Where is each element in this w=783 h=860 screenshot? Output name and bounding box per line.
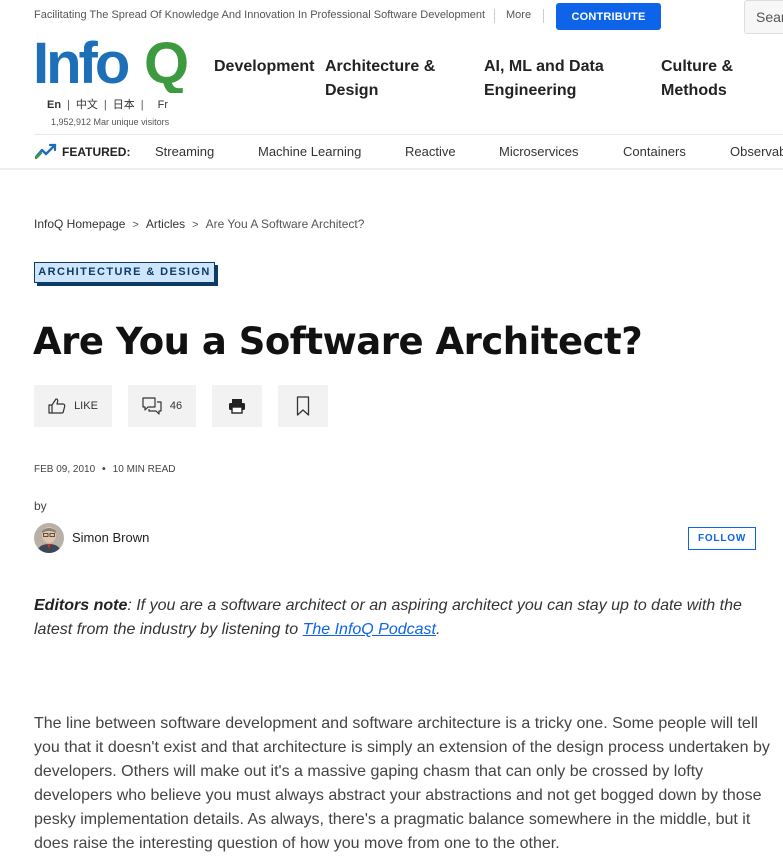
- editors-note-label: Editors note: [34, 597, 128, 614]
- article-title: Are You a Software Architect?: [33, 320, 643, 363]
- article-meta: FEB 09, 2010 • 10 MIN READ: [34, 464, 176, 475]
- breadcrumb-home[interactable]: InfoQ Homepage: [34, 217, 125, 231]
- author-avatar[interactable]: [34, 523, 64, 553]
- infoq-logo[interactable]: Info Q: [33, 33, 203, 93]
- breadcrumb-separator: >: [192, 219, 199, 231]
- lang-zh[interactable]: 中文: [70, 96, 104, 112]
- by-label: by: [34, 499, 47, 513]
- editors-note: Editors note: If you are a software arch…: [34, 594, 764, 642]
- lang-ja[interactable]: 日本: [107, 96, 141, 112]
- read-time: 10 MIN READ: [112, 464, 176, 475]
- nav-label: Engineering: [484, 82, 577, 99]
- language-selector: En | 中文 | 日本 | Fr: [47, 96, 174, 112]
- featured-item[interactable]: Streaming: [155, 144, 214, 159]
- like-button[interactable]: LIKE: [34, 385, 112, 427]
- logo-text-q: Q: [144, 33, 189, 93]
- print-button[interactable]: [212, 385, 262, 427]
- nav-development[interactable]: Development: [214, 55, 314, 79]
- nav-label: Culture &: [661, 58, 733, 75]
- featured-item[interactable]: Observability: [730, 144, 783, 159]
- breadcrumb-articles[interactable]: Articles: [146, 217, 185, 231]
- visitor-count: 1,952,912 Mar unique visitors: [51, 117, 170, 127]
- search-input[interactable]: [745, 1, 783, 33]
- featured-label: FEATURED:: [62, 145, 131, 159]
- featured-item[interactable]: Microservices: [499, 144, 578, 159]
- nav-ai-ml-data[interactable]: AI, ML and Data Engineering: [484, 55, 604, 103]
- editors-note-end: .: [435, 621, 441, 638]
- site-tagline: Facilitating The Spread Of Knowledge And…: [34, 9, 486, 21]
- lang-en[interactable]: En: [47, 99, 67, 111]
- nav-label: Architecture &: [325, 58, 436, 75]
- top-bar: Facilitating The Spread Of Knowledge And…: [0, 0, 783, 34]
- nav-label: Development: [214, 58, 315, 75]
- print-icon: [229, 399, 245, 414]
- nav-architecture-design[interactable]: Architecture & Design: [325, 55, 435, 103]
- bookmark-button[interactable]: [278, 385, 328, 427]
- nav-label: Design: [325, 82, 379, 99]
- divider: [494, 9, 495, 23]
- comments-icon: [142, 397, 162, 415]
- thumbs-up-icon: [48, 398, 66, 414]
- featured-item[interactable]: Machine Learning: [258, 144, 361, 159]
- featured-item[interactable]: Reactive: [405, 144, 456, 159]
- follow-button[interactable]: FOLLOW: [688, 527, 756, 550]
- search-box[interactable]: [744, 0, 783, 34]
- breadcrumb-current: Are You A Software Architect?: [205, 217, 365, 231]
- featured-trend-icon: [35, 143, 57, 159]
- lang-fr[interactable]: Fr: [144, 99, 174, 111]
- article-paragraph: The line between software development an…: [34, 715, 770, 852]
- divider: [543, 9, 544, 23]
- bookmark-icon: [296, 396, 310, 416]
- breadcrumb: InfoQ Homepage > Articles > Are You A Softwa…: [34, 217, 364, 231]
- divider: [34, 134, 783, 135]
- like-label: LIKE: [74, 400, 98, 412]
- topic-badge[interactable]: ARCHITECTURE & DESIGN: [34, 262, 215, 283]
- logo-text-info: Info: [33, 33, 129, 93]
- nav-label: Methods: [661, 82, 727, 99]
- contribute-button[interactable]: CONTRIBUTE: [556, 3, 661, 30]
- comment-count: 46: [169, 400, 183, 412]
- author-name[interactable]: Simon Brown: [72, 530, 149, 545]
- more-link[interactable]: More: [506, 9, 531, 21]
- publish-date: FEB 09, 2010: [34, 464, 96, 475]
- divider: [0, 168, 783, 170]
- podcast-link[interactable]: The InfoQ Podcast: [303, 621, 436, 638]
- comments-button[interactable]: 46: [128, 385, 196, 427]
- breadcrumb-separator: >: [132, 219, 139, 231]
- featured-item[interactable]: Containers: [623, 144, 686, 159]
- nav-culture-methods[interactable]: Culture & Methods: [661, 55, 733, 103]
- nav-label: AI, ML and Data: [484, 58, 604, 75]
